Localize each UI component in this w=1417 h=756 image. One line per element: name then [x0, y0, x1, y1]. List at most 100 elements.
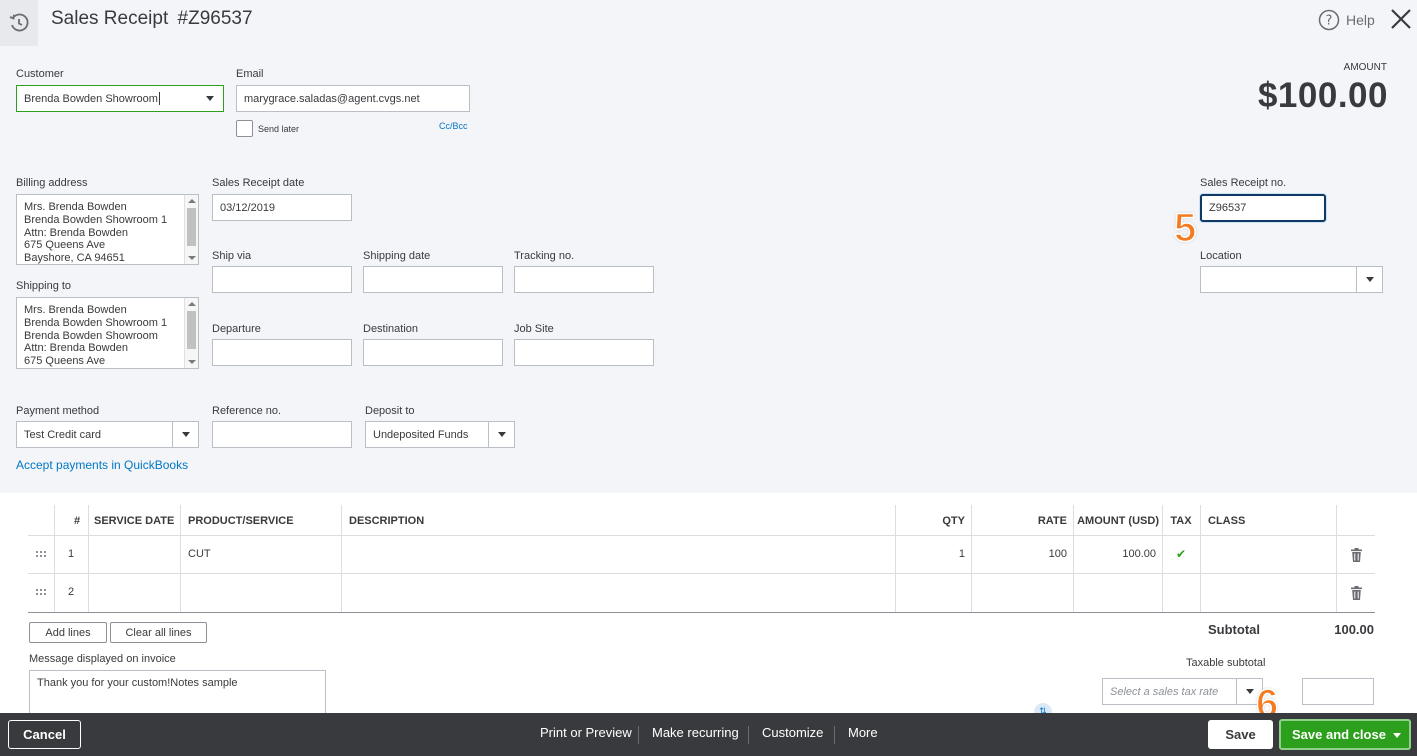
- subtotal-value: 100.00: [1334, 622, 1374, 637]
- chevron-down-icon: [206, 96, 214, 101]
- row-amount[interactable]: 100.00: [1073, 548, 1156, 560]
- row-product[interactable]: CUT: [188, 548, 211, 560]
- sales-tax-rate-select[interactable]: Select a sales tax rate: [1102, 678, 1263, 705]
- title-text: Sales Receipt: [51, 8, 169, 29]
- job-site-label: Job Site: [514, 323, 554, 335]
- column-header-rate: RATE: [1037, 515, 1067, 527]
- reference-no-field[interactable]: [212, 421, 352, 448]
- footer-bar: Cancel Print or Preview Make recurring C…: [0, 713, 1417, 756]
- drag-handle-icon[interactable]: [36, 589, 46, 597]
- receipt-no-field[interactable]: Z96537: [1200, 194, 1326, 222]
- location-label: Location: [1200, 250, 1242, 262]
- email-value: marygrace.saladas@agent.cvgs.net: [244, 92, 420, 105]
- row-number: 1: [67, 548, 75, 560]
- tracking-no-field[interactable]: [514, 266, 654, 293]
- column-header-product: PRODUCT/SERVICE: [188, 515, 294, 527]
- chevron-down-icon: [181, 432, 190, 437]
- location-select[interactable]: [1200, 266, 1383, 293]
- chevron-down-icon: [497, 432, 506, 437]
- email-field[interactable]: marygrace.saladas@agent.cvgs.net: [236, 85, 470, 112]
- message-label: Message displayed on invoice: [29, 653, 176, 665]
- chevron-down-icon: [1365, 277, 1374, 282]
- step-badge-5: 5: [1173, 205, 1197, 251]
- shipping-line: Attn: Brenda Bowden: [24, 342, 128, 355]
- payment-method-dropdown-arrow[interactable]: [172, 422, 198, 447]
- deposit-to-select[interactable]: Undeposited Funds: [365, 421, 515, 448]
- billing-line: Attn: Brenda Bowden: [24, 226, 128, 239]
- deposit-to-value: Undeposited Funds: [373, 428, 469, 441]
- trash-icon[interactable]: [1351, 586, 1362, 600]
- shipping-line: 675 Queens Ave: [24, 355, 106, 368]
- trash-icon[interactable]: [1351, 548, 1362, 562]
- payment-method-label: Payment method: [16, 405, 100, 417]
- cancel-button[interactable]: Cancel: [8, 720, 81, 749]
- departure-field[interactable]: [212, 339, 352, 366]
- shipping-date-field[interactable]: [363, 266, 503, 293]
- row-qty[interactable]: 1: [895, 548, 965, 560]
- subtotal-label: Subtotal: [1208, 622, 1260, 637]
- shipping-scrollbar[interactable]: [184, 298, 198, 368]
- customer-select[interactable]: Brenda Bowden Showroom: [16, 85, 224, 112]
- add-lines-button[interactable]: Add lines: [29, 622, 107, 643]
- tax-check-icon[interactable]: ✔: [1162, 547, 1200, 561]
- close-icon: [1391, 9, 1411, 29]
- chevron-down-icon[interactable]: [1393, 733, 1401, 738]
- column-header-description: DESCRIPTION: [349, 515, 425, 527]
- drag-handle-icon[interactable]: [36, 551, 46, 559]
- email-label: Email: [236, 68, 264, 80]
- history-button[interactable]: [0, 0, 38, 46]
- table-row[interactable]: 1 CUT 1 100 100.00 ✔: [28, 536, 1375, 573]
- payment-method-value: Test Credit card: [24, 428, 102, 441]
- location-dropdown-arrow[interactable]: [1356, 267, 1382, 292]
- message-value: Thank you for your custom!Notes sample: [37, 677, 238, 689]
- deposit-to-dropdown-arrow[interactable]: [488, 422, 514, 447]
- help-button[interactable]: ? Help: [1318, 9, 1375, 31]
- billing-scrollbar[interactable]: [184, 195, 198, 264]
- destination-field[interactable]: [363, 339, 503, 366]
- job-site-field[interactable]: [514, 339, 654, 366]
- column-header-num: #: [74, 515, 81, 527]
- shipping-to-label: Shipping to: [16, 280, 72, 292]
- send-later-checkbox[interactable]: [236, 120, 253, 137]
- ship-via-field[interactable]: [212, 266, 352, 293]
- more-button[interactable]: More: [848, 725, 878, 740]
- help-label: Help: [1346, 12, 1375, 28]
- history-icon: [9, 13, 29, 32]
- column-header-tax: TAX: [1170, 515, 1192, 527]
- shipping-line: Brenda Bowden Showroom: [24, 329, 158, 342]
- cc-bcc-link[interactable]: Cc/Bcc: [439, 121, 468, 131]
- shipping-date-label: Shipping date: [363, 250, 431, 262]
- payment-method-select[interactable]: Test Credit card: [16, 421, 199, 448]
- shipping-address-field[interactable]: Mrs. Brenda Bowden Brenda Bowden Showroo…: [16, 297, 199, 369]
- row-rate[interactable]: 100: [971, 548, 1067, 560]
- accept-payments-link[interactable]: Accept payments in QuickBooks: [16, 458, 188, 472]
- make-recurring-button[interactable]: Make recurring: [652, 725, 739, 740]
- taxable-subtotal-label: Taxable subtotal: [1186, 657, 1266, 669]
- tracking-no-label: Tracking no.: [514, 250, 575, 262]
- close-button[interactable]: [1389, 6, 1413, 32]
- billing-address-label: Billing address: [16, 177, 88, 189]
- billing-address-field[interactable]: Mrs. Brenda Bowden Brenda Bowden Showroo…: [16, 194, 199, 265]
- customer-dropdown-arrow[interactable]: [197, 86, 223, 111]
- tax-amount-field[interactable]: [1302, 678, 1374, 705]
- reference-no-label: Reference no.: [212, 405, 282, 417]
- message-field[interactable]: Thank you for your custom!Notes sample: [29, 670, 326, 714]
- print-preview-button[interactable]: Print or Preview: [540, 725, 632, 740]
- shipping-line: Brenda Bowden Showroom 1: [24, 316, 168, 329]
- tax-info-icon[interactable]: ⇅: [1032, 700, 1054, 721]
- receipt-no-label: Sales Receipt no.: [1200, 177, 1287, 189]
- receipt-date-field[interactable]: 03/12/2019: [212, 194, 352, 221]
- save-close-label: Save and close: [1292, 727, 1386, 742]
- line-items-table: # SERVICE DATE PRODUCT/SERVICE DESCRIPTI…: [28, 505, 1375, 613]
- question-icon: ?: [1318, 9, 1340, 31]
- column-header-class: CLASS: [1208, 515, 1246, 527]
- clear-all-lines-button[interactable]: Clear all lines: [110, 622, 207, 643]
- save-button[interactable]: Save: [1208, 720, 1273, 749]
- customer-label: Customer: [16, 68, 64, 80]
- deposit-to-label: Deposit to: [365, 405, 415, 417]
- receipt-number-title: #Z96537: [177, 8, 253, 29]
- table-row[interactable]: 2: [28, 574, 1375, 612]
- customize-button[interactable]: Customize: [762, 725, 823, 740]
- save-and-close-button[interactable]: Save and close: [1279, 719, 1411, 750]
- send-later-label: Send later: [258, 124, 300, 134]
